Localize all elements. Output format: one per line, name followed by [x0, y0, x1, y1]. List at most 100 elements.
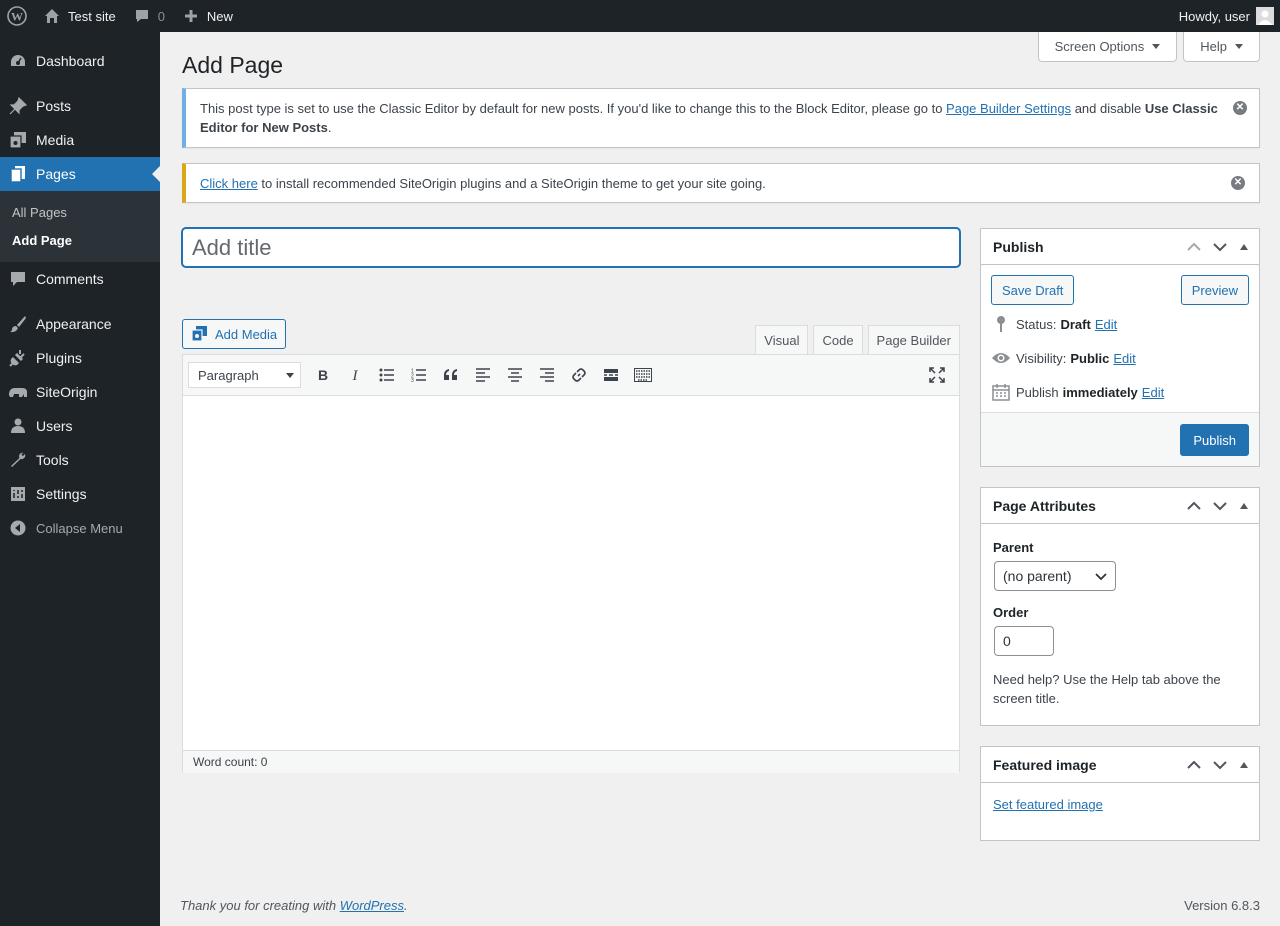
title-input[interactable]: [182, 228, 960, 267]
plugin-icon: [8, 348, 28, 368]
bold-icon: B: [318, 368, 328, 382]
chevron-down-icon: [1213, 761, 1227, 770]
collapse-menu-button[interactable]: Collapse Menu: [0, 511, 160, 545]
caret-down-icon: [286, 373, 294, 378]
visibility-value: Public: [1070, 350, 1110, 366]
toolbar-toggle-button[interactable]: [627, 360, 659, 390]
schedule-label: Publish: [1016, 384, 1059, 400]
bulleted-list-button[interactable]: [371, 360, 403, 390]
siteorigin-notice: Click here to install recommended SiteOr…: [182, 163, 1260, 203]
format-select[interactable]: Paragraph: [188, 362, 301, 388]
read-more-button[interactable]: [595, 360, 627, 390]
menu-tools[interactable]: Tools: [0, 443, 160, 477]
menu-posts[interactable]: Posts: [0, 89, 160, 123]
page-builder-settings-link[interactable]: Page Builder Settings: [946, 101, 1071, 116]
bulleted-list-icon: [379, 368, 394, 382]
editor-content-area[interactable]: [183, 396, 959, 750]
schedule-value: immediately: [1062, 384, 1138, 400]
pin-icon: [991, 314, 1011, 334]
submenu-all-pages[interactable]: All Pages: [0, 198, 160, 226]
preview-button[interactable]: Preview: [1180, 275, 1249, 305]
blockquote-button[interactable]: [435, 360, 467, 390]
svg-text:3: 3: [411, 378, 414, 382]
move-up-button[interactable]: [1181, 229, 1207, 265]
wrench-icon: [8, 450, 28, 470]
editor-container: Paragraph B I 123 Word count: 0: [182, 354, 960, 773]
format-value: Paragraph: [198, 367, 259, 383]
dismiss-icon[interactable]: ✕: [1233, 101, 1247, 115]
help-label: Help: [1200, 39, 1227, 54]
comments-count: 0: [157, 8, 165, 24]
main-content: Screen Options Help Add Page This post t…: [160, 32, 1280, 926]
schedule-row: Publish immediately Edit: [981, 375, 1259, 409]
pages-icon: [8, 164, 28, 184]
siteorigin-icon: [8, 382, 28, 402]
move-up-button[interactable]: [1181, 747, 1207, 783]
menu-users[interactable]: Users: [0, 409, 160, 443]
menu-appearance[interactable]: Appearance: [0, 307, 160, 341]
menu-label: Appearance: [36, 316, 112, 332]
add-media-button[interactable]: Add Media: [182, 319, 287, 349]
comments-menu[interactable]: 0: [124, 0, 173, 32]
move-down-button[interactable]: [1207, 488, 1233, 524]
menu-settings[interactable]: Settings: [0, 477, 160, 511]
align-center-button[interactable]: [499, 360, 531, 390]
order-input[interactable]: [994, 626, 1054, 656]
align-left-button[interactable]: [467, 360, 499, 390]
my-account-menu[interactable]: Howdy, user: [1179, 7, 1280, 25]
menu-media[interactable]: Media: [0, 123, 160, 157]
screen-options-button[interactable]: Screen Options: [1037, 32, 1178, 62]
comment-icon: [132, 6, 152, 26]
postbox-header: Publish: [981, 229, 1259, 265]
parent-label: Parent: [993, 540, 1034, 555]
edit-visibility-link[interactable]: Edit: [1113, 351, 1135, 366]
admin-bar: W Test site 0 New Howdy, user: [0, 0, 1280, 32]
submenu-add-page[interactable]: Add Page: [0, 226, 160, 254]
home-icon: [42, 6, 62, 26]
svg-text:B: B: [318, 368, 328, 382]
toggle-panel-button[interactable]: [1233, 488, 1255, 524]
tab-code[interactable]: Code: [813, 325, 863, 355]
click-here-link[interactable]: Click here: [200, 176, 258, 191]
tab-page-builder[interactable]: Page Builder: [867, 325, 960, 355]
status-value: Draft: [1060, 316, 1091, 332]
edit-status-link[interactable]: Edit: [1095, 317, 1117, 332]
menu-siteorigin[interactable]: SiteOrigin: [0, 375, 160, 409]
new-content-menu[interactable]: New: [173, 0, 241, 32]
pages-submenu: All Pages Add Page: [0, 191, 160, 262]
wordpress-link[interactable]: WordPress: [340, 898, 404, 913]
dismiss-icon[interactable]: ✕: [1231, 176, 1245, 190]
screen-options-label: Screen Options: [1054, 39, 1145, 54]
site-name-menu[interactable]: Test site: [34, 0, 124, 32]
fullscreen-button[interactable]: [921, 360, 953, 390]
editor-toolbar: Paragraph B I 123: [183, 355, 959, 396]
align-center-icon: [508, 368, 522, 382]
bold-button[interactable]: B: [307, 360, 339, 390]
help-button[interactable]: Help: [1183, 32, 1260, 62]
tab-visual[interactable]: Visual: [755, 325, 809, 355]
wordpress-logo-icon: W: [7, 6, 27, 26]
align-right-button[interactable]: [531, 360, 563, 390]
toggle-panel-button[interactable]: [1233, 747, 1255, 783]
move-down-button[interactable]: [1207, 229, 1233, 265]
move-down-button[interactable]: [1207, 747, 1233, 783]
move-up-button[interactable]: [1181, 488, 1207, 524]
menu-comments[interactable]: Comments: [0, 262, 160, 296]
toggle-panel-button[interactable]: [1233, 229, 1255, 265]
numbered-list-button[interactable]: 123: [403, 360, 435, 390]
settings-icon: [8, 484, 28, 504]
publish-button[interactable]: Publish: [1180, 424, 1249, 456]
italic-button[interactable]: I: [339, 360, 371, 390]
set-featured-image-link[interactable]: Set featured image: [993, 797, 1247, 812]
menu-dashboard[interactable]: Dashboard: [0, 44, 160, 78]
save-draft-button[interactable]: Save Draft: [991, 275, 1075, 305]
menu-pages[interactable]: Pages: [0, 157, 160, 191]
parent-select[interactable]: (no parent): [994, 561, 1116, 591]
menu-label: Tools: [36, 452, 69, 468]
insert-link-button[interactable]: [563, 360, 595, 390]
edit-schedule-link[interactable]: Edit: [1142, 385, 1164, 400]
menu-plugins[interactable]: Plugins: [0, 341, 160, 375]
new-label: New: [206, 8, 233, 24]
wordpress-logo-menu[interactable]: W: [0, 0, 34, 32]
postbox-title: Featured image: [993, 756, 1097, 773]
